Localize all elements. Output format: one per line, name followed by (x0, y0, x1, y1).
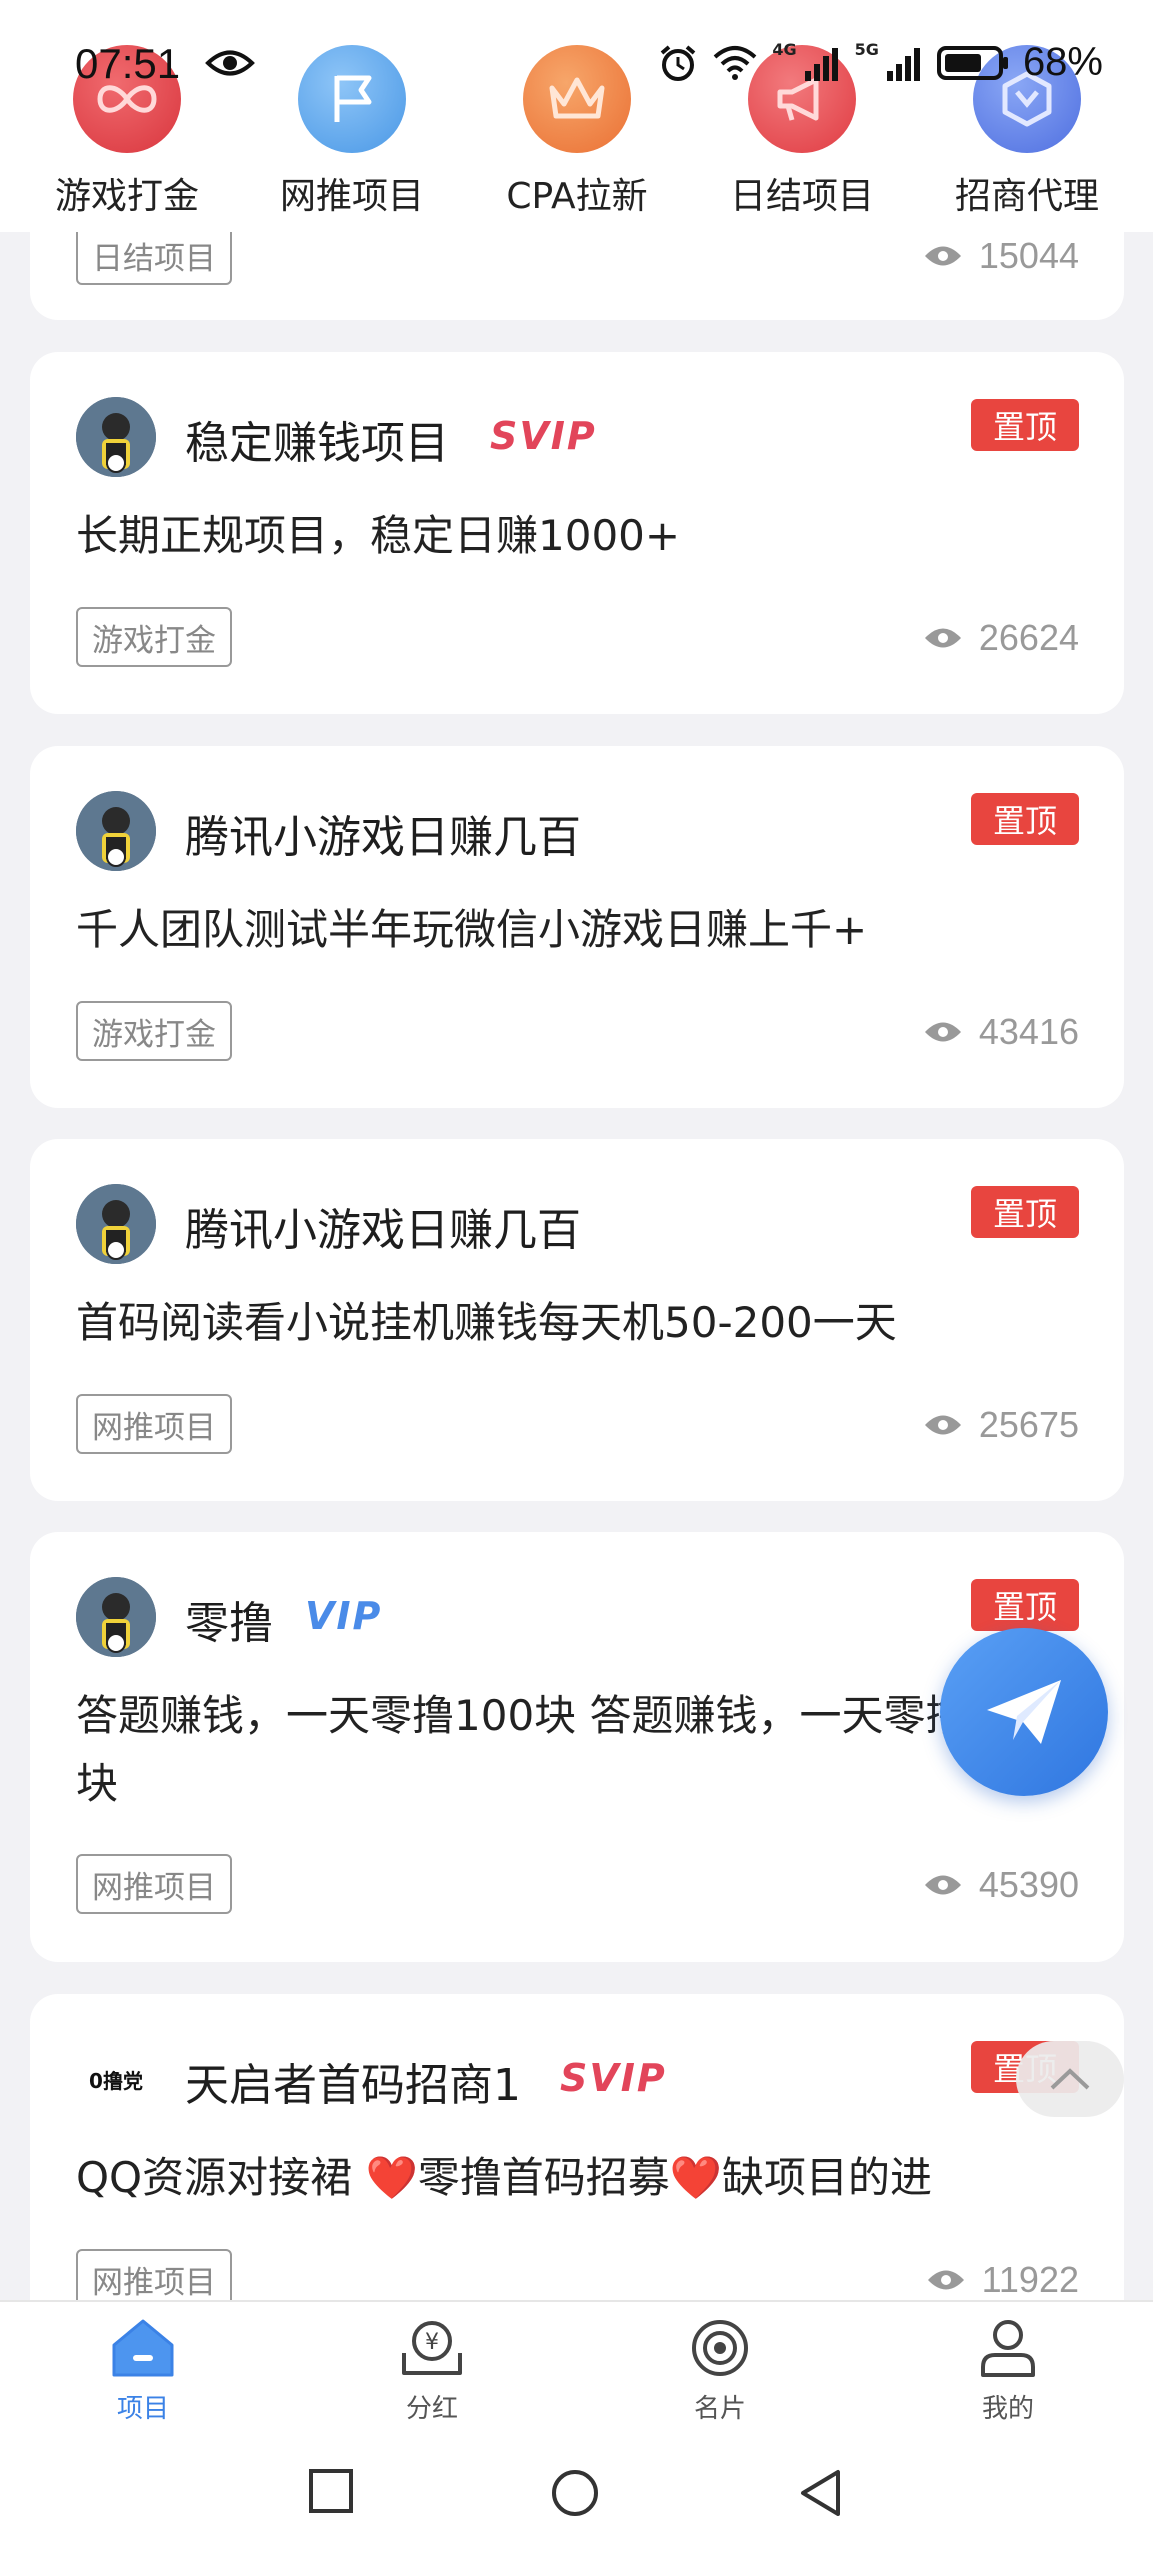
signal-icon-2 (886, 47, 920, 81)
avatar[interactable]: 0撸党 (76, 2039, 156, 2119)
author-name: 稳定赚钱项目 (185, 418, 449, 469)
tab-dividends[interactable]: ¥ 分红 (357, 2312, 507, 2425)
author-name: 天启者首码招商1 (185, 2060, 521, 2111)
status-bar: 07:51 4G 5G 68% (0, 40, 1153, 100)
eye-icon (924, 1875, 961, 1895)
tab-card[interactable]: 名片 (645, 2312, 795, 2425)
eye-icon (924, 1415, 961, 1435)
recent-apps-icon[interactable] (308, 2468, 354, 2514)
category-label: 招商代理 (954, 176, 1099, 217)
view-count: 15044 (923, 235, 1079, 277)
view-count: 26624 (923, 617, 1079, 659)
avatar[interactable] (76, 397, 156, 477)
pinned-badge: 置顶 (971, 399, 1079, 451)
category-label: 日结项目 (729, 176, 874, 217)
publish-button[interactable] (940, 1628, 1108, 1796)
vip-badge: VIP (305, 1594, 383, 1638)
home-circle-icon[interactable] (550, 2468, 600, 2518)
back-triangle-icon[interactable] (798, 2468, 844, 2518)
tab-label: 我的 (981, 2394, 1034, 2424)
post-card[interactable]: 稳定赚钱项目 SVIP 置顶 长期正规项目，稳定日赚1000+ 游戏打金 266… (30, 352, 1124, 714)
pinned-badge: 置顶 (971, 1579, 1079, 1631)
back-to-top-button[interactable] (1016, 2041, 1124, 2117)
category-label: 网推项目 (279, 176, 424, 217)
home-icon (68, 2312, 218, 2384)
view-count: 11922 (926, 2259, 1079, 2301)
view-count: 45390 (923, 1864, 1079, 1906)
tab-projects[interactable]: 项目 (68, 2312, 218, 2425)
post-card[interactable]: 腾讯小游戏日赚几百 置顶 首码阅读看小说挂机赚钱每天机50-200一天 网推项目… (30, 1139, 1124, 1501)
signal-icon-1 (804, 47, 838, 81)
post-tag[interactable]: 网推项目 (76, 1394, 232, 1454)
status-time: 07:51 (75, 40, 181, 87)
tab-label: 项目 (116, 2394, 169, 2424)
author-name: 零撸 (185, 1598, 273, 1649)
view-count-value: 45390 (978, 1864, 1079, 1905)
alarm-icon (661, 44, 696, 81)
wifi-icon (714, 45, 757, 80)
battery-percent: 68% (1022, 40, 1103, 84)
view-count-value: 15044 (978, 235, 1079, 276)
view-count-value: 43416 (978, 1011, 1079, 1052)
eye-comfort-icon (205, 50, 255, 76)
post-description[interactable]: 答题赚钱，一天零撸100块 答题赚钱，一天零撸100块 (76, 1682, 1076, 1818)
post-description[interactable]: QQ资源对接裙 ❤️零撸首码招募❤️缺项目的进 (76, 2144, 1076, 2212)
bottom-nav: 项目 ¥ 分红 名片 我的 (0, 2300, 1153, 2430)
yuan-wallet-icon: ¥ (357, 2312, 507, 2384)
svg-text:¥: ¥ (425, 2330, 439, 2355)
author-name: 腾讯小游戏日赚几百 (185, 1205, 581, 1256)
avatar[interactable] (76, 791, 156, 871)
author-name: 腾讯小游戏日赚几百 (185, 812, 581, 863)
tab-label: 分红 (405, 2394, 458, 2424)
avatar[interactable] (76, 1184, 156, 1264)
post-tag[interactable]: 游戏打金 (76, 1001, 232, 1061)
pinned-badge: 置顶 (971, 1186, 1079, 1238)
view-count: 25675 (923, 1404, 1079, 1446)
view-count-value: 25675 (978, 1404, 1079, 1445)
user-icon (933, 2312, 1083, 2384)
pinned-badge: 置顶 (971, 793, 1079, 845)
network-label-1: 4G (772, 40, 797, 59)
post-description[interactable]: 长期正规项目，稳定日赚1000+ (76, 502, 1076, 570)
svip-badge: SVIP (560, 2056, 667, 2100)
avatar[interactable] (76, 1577, 156, 1657)
network-label-2: 5G (854, 40, 879, 59)
battery-icon (936, 45, 1008, 80)
target-icon (645, 2312, 795, 2384)
chevron-up-icon (1050, 2068, 1090, 2090)
post-tag[interactable]: 网推项目 (76, 1854, 232, 1914)
category-label: CPA拉新 (506, 176, 648, 217)
system-nav-bar (0, 2430, 1153, 2560)
eye-icon (924, 628, 961, 648)
post-tag[interactable]: 日结项目 (76, 225, 232, 285)
view-count-value: 26624 (978, 617, 1079, 658)
paper-plane-icon (987, 1680, 1061, 1744)
view-count: 43416 (923, 1011, 1079, 1053)
post-card[interactable]: 腾讯小游戏日赚几百 置顶 千人团队测试半年玩微信小游戏日赚上千+ 游戏打金 43… (30, 746, 1124, 1108)
post-description[interactable]: 首码阅读看小说挂机赚钱每天机50-200一天 (76, 1289, 1076, 1357)
tab-me[interactable]: 我的 (933, 2312, 1083, 2425)
category-label: 游戏打金 (54, 176, 199, 217)
tab-label: 名片 (693, 2394, 746, 2424)
post-tag[interactable]: 游戏打金 (76, 607, 232, 667)
eye-icon (924, 1022, 961, 1042)
view-count-value: 11922 (981, 2259, 1079, 2300)
status-icons: 4G 5G 68% (658, 40, 1103, 85)
eye-icon (924, 246, 961, 266)
eye-icon (927, 2270, 964, 2290)
svip-badge: SVIP (490, 414, 597, 458)
logo-text: 0撸党 (89, 2068, 143, 2093)
post-description[interactable]: 千人团队测试半年玩微信小游戏日赚上千+ (76, 896, 1076, 964)
